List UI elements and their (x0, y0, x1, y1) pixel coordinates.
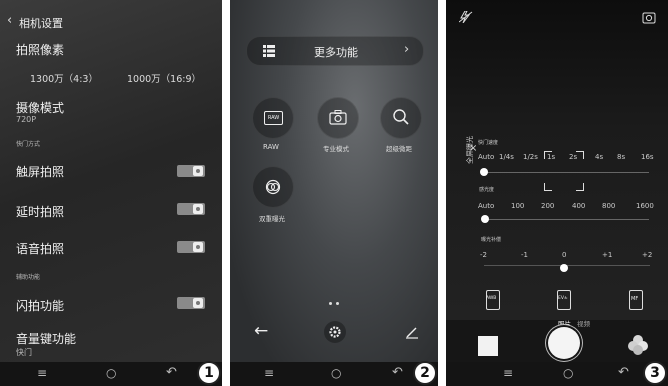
timer-shot-label: 延时拍照 (16, 205, 65, 219)
menu-icon[interactable]: ≡ (264, 366, 274, 380)
shutter-button[interactable] (548, 327, 580, 359)
exposure-value[interactable]: -1 (521, 251, 528, 259)
navigation-bar: ≡ ○ ↶ (0, 362, 222, 386)
photo-pixels-title: 拍照像素 (16, 43, 65, 57)
back-nav-icon[interactable]: ↶ (618, 365, 629, 380)
touch-shot-toggle[interactable] (177, 165, 205, 177)
voice-shot-toggle[interactable] (177, 241, 205, 253)
side-exposure-label: 全屏曝光 (466, 136, 474, 164)
shutter-speed-slider-handle[interactable] (480, 168, 488, 176)
pro-mode-label: 专业模式 (323, 145, 349, 153)
raw-label: RAW (263, 143, 279, 151)
magnifier-icon (393, 109, 409, 125)
iso-value[interactable]: 400 (572, 202, 585, 210)
back-nav-icon[interactable]: ↶ (166, 365, 177, 380)
step-number-badge: 2 (413, 361, 437, 385)
shutter-value[interactable]: 1/2s (523, 153, 538, 161)
switch-camera-icon[interactable] (642, 11, 656, 24)
step-number-badge: 1 (197, 361, 221, 385)
iso-value[interactable]: 1600 (636, 202, 654, 210)
exposure-slider-handle[interactable] (560, 264, 568, 272)
ev-button[interactable]: EV± (557, 290, 571, 310)
flash-shot-label: 闪拍功能 (16, 299, 65, 313)
volume-key-title[interactable]: 音量键功能 (16, 330, 76, 347)
more-functions-label: 更多功能 (314, 46, 358, 59)
shutter-value[interactable]: 16s (641, 153, 654, 161)
ev-label: EV± (558, 296, 568, 301)
mf-label: MF (631, 296, 639, 302)
camera-mode-value: 720P (16, 115, 37, 124)
shutter-section-label: 快门方式 (16, 141, 41, 148)
flash-off-icon[interactable] (459, 11, 473, 23)
settings-header-title: 相机设置 (19, 17, 63, 30)
edit-icon[interactable] (405, 325, 419, 339)
menu-icon[interactable]: ≡ (37, 366, 47, 380)
camera-settings-screen: ‹ 相机设置 拍照像素 1300万（4:3） 1000万（16:9） 摄像模式 … (0, 0, 222, 386)
voice-shot-label: 语音拍照 (16, 242, 65, 256)
step-number-badge: 3 (643, 361, 667, 385)
home-icon[interactable]: ○ (563, 366, 573, 380)
exposure-value[interactable]: +1 (602, 251, 612, 259)
focus-frame (544, 151, 584, 191)
volume-key-value: 快门 (16, 348, 32, 357)
iso-slider-track[interactable] (485, 219, 649, 220)
shutter-value[interactable]: 1/4s (499, 153, 514, 161)
gallery-thumbnail[interactable] (478, 336, 498, 356)
resolution-option-4-3[interactable]: 1300万（4:3） (30, 71, 98, 85)
double-exposure-icon (265, 179, 281, 195)
more-functions-screen: 更多功能 › RAW RAW 专业模式 超级微距 双重曝光 ← ≡ ○ ↶ 2 (230, 0, 438, 386)
aux-section-label: 辅助功能 (16, 274, 41, 281)
settings-button[interactable] (324, 321, 346, 343)
awb-button[interactable]: AWB (486, 290, 500, 310)
exposure-value[interactable]: 0 (562, 251, 566, 259)
raw-button[interactable]: RAW (252, 97, 294, 139)
shutter-value[interactable]: 8s (617, 153, 625, 161)
shutter-value[interactable]: Auto (478, 153, 494, 161)
iso-value[interactable]: 800 (602, 202, 615, 210)
exposure-value[interactable]: +2 (642, 251, 652, 259)
more-functions-bar[interactable]: 更多功能 › (246, 36, 424, 66)
back-nav-icon[interactable]: ↶ (392, 365, 403, 380)
iso-value[interactable]: Auto (478, 202, 494, 210)
menu-icon[interactable]: ≡ (503, 366, 513, 380)
shutter-speed-label: 快门速度 (478, 140, 499, 146)
list-icon (263, 45, 275, 57)
navigation-bar: ≡ ○ ↶ (446, 362, 668, 386)
exposure-value[interactable]: -2 (480, 251, 487, 259)
back-icon[interactable]: ‹ (7, 13, 12, 28)
navigation-bar: ≡ ○ ↶ (230, 362, 438, 386)
arrow-left-icon[interactable]: ← (254, 321, 268, 341)
pro-mode-button[interactable] (317, 97, 359, 139)
home-icon[interactable]: ○ (106, 366, 116, 380)
raw-icon: RAW (264, 111, 283, 125)
home-icon[interactable]: ○ (331, 366, 341, 380)
chevron-right-icon: › (404, 42, 410, 57)
gear-icon (329, 326, 341, 338)
super-macro-button[interactable] (380, 97, 422, 139)
iso-slider-handle[interactable] (481, 215, 489, 223)
shutter-value[interactable]: 4s (595, 153, 603, 161)
flash-shot-toggle[interactable] (177, 297, 205, 309)
mf-button[interactable]: MF (629, 290, 643, 310)
double-exposure-button[interactable] (252, 166, 294, 208)
resolution-option-16-9[interactable]: 1000万（16:9） (127, 71, 201, 85)
video-tab[interactable]: 视频 (577, 318, 590, 328)
double-exposure-label: 双重曝光 (259, 215, 285, 223)
camera-icon (329, 110, 347, 125)
camera-mode-title[interactable]: 摄像模式 (16, 99, 64, 116)
awb-label: AWB (486, 296, 497, 301)
exposure-comp-label: 曝光补偿 (481, 237, 502, 243)
iso-value[interactable]: 200 (541, 202, 554, 210)
iso-value[interactable]: 100 (511, 202, 524, 210)
page-indicator (329, 302, 339, 305)
iso-label: 感光度 (479, 187, 495, 193)
timer-shot-toggle[interactable] (177, 203, 205, 215)
pro-mode-camera-screen: × 快门速度 全屏曝光 Auto 1/4s 1/2s 1s 2s 4s 8s 1… (446, 0, 668, 386)
filter-icon[interactable] (627, 334, 649, 356)
super-macro-label: 超级微距 (386, 145, 412, 153)
touch-shot-label: 触屏拍照 (16, 165, 65, 179)
